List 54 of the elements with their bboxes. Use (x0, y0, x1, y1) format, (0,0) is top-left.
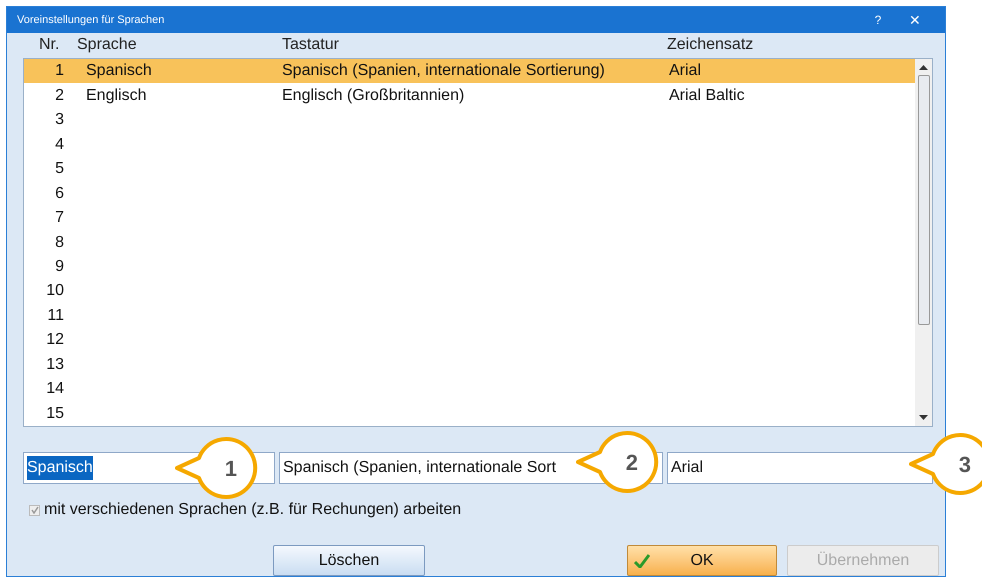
callout-tooltip: 3 (909, 432, 982, 496)
dialog-button[interactable]: Löschen (273, 545, 425, 576)
help-button[interactable]: ? (861, 11, 895, 29)
list-row[interactable]: 9 (24, 254, 915, 280)
row-number: 9 (54, 256, 64, 277)
list-row[interactable]: 1 Spanisch Spanisch (Spanien, internationale Sortierung) Arial (24, 59, 915, 84)
row-number: 4 (54, 134, 64, 155)
input-field[interactable]: Arial (667, 452, 933, 484)
scroll-up-icon[interactable] (919, 65, 928, 70)
scroll-thumb[interactable] (918, 75, 930, 325)
checkmark-icon (634, 554, 650, 568)
list-row[interactable]: 2 Englisch Englisch (Großbritannien) Arial Baltic (24, 83, 915, 108)
row-number: 10 (45, 281, 64, 302)
list-row[interactable]: 6 (24, 181, 915, 206)
window-title: Voreinstellungen für Sprachen (17, 12, 166, 28)
row-number: 15 (45, 404, 64, 424)
list-row[interactable]: 4 (24, 132, 915, 157)
row-number: 13 (45, 354, 64, 375)
table-cell-text: Englisch (Großbritannien) (282, 86, 464, 106)
table-cell-text: Spanisch (86, 61, 152, 82)
column-header: Tastatur (282, 35, 340, 55)
list-row[interactable]: 14 (24, 377, 915, 402)
scroll-down-icon[interactable] (919, 415, 928, 420)
callout-tooltip: 1 (175, 436, 259, 500)
row-number: 6 (54, 184, 64, 204)
list-row[interactable]: 3 (24, 108, 915, 132)
table-cell-text: Arial Baltic (669, 86, 745, 106)
row-number: 1 (54, 61, 64, 82)
list-row[interactable]: 8 (24, 230, 915, 255)
list-row[interactable]: 10 (24, 279, 915, 304)
list-row[interactable]: 12 (24, 328, 915, 353)
list-row[interactable]: 5 (24, 156, 915, 182)
row-number: 14 (45, 379, 64, 400)
column-header: Zeichensatz (667, 35, 754, 55)
list-row[interactable]: 7 (24, 206, 915, 230)
row-number: 7 (54, 208, 64, 228)
checkbox-label: mit verschiedenen Sprachen (z.B. für Rechungen) arbeiten (44, 500, 462, 520)
row-number: 2 (54, 86, 64, 106)
list-row[interactable]: 15 (24, 402, 915, 426)
row-number: 3 (54, 110, 64, 130)
table-cell-text: Arial (669, 61, 702, 82)
table-cell-text: Englisch (86, 86, 146, 106)
row-number: 8 (54, 232, 64, 253)
column-header: Nr. (38, 35, 60, 55)
column-header: Sprache (77, 35, 138, 55)
row-number: 12 (45, 330, 64, 350)
callout-tooltip: 2 (576, 430, 660, 494)
row-number: 11 (46, 306, 64, 326)
close-button[interactable]: ✕ (895, 10, 935, 30)
ok-button[interactable]: OK (627, 545, 777, 576)
list-row[interactable]: 11 (24, 304, 915, 328)
row-number: 5 (54, 159, 64, 180)
list-row[interactable]: 13 (24, 352, 915, 378)
table-cell-text: Spanisch (Spanien, internationale Sortierung) (282, 61, 605, 82)
